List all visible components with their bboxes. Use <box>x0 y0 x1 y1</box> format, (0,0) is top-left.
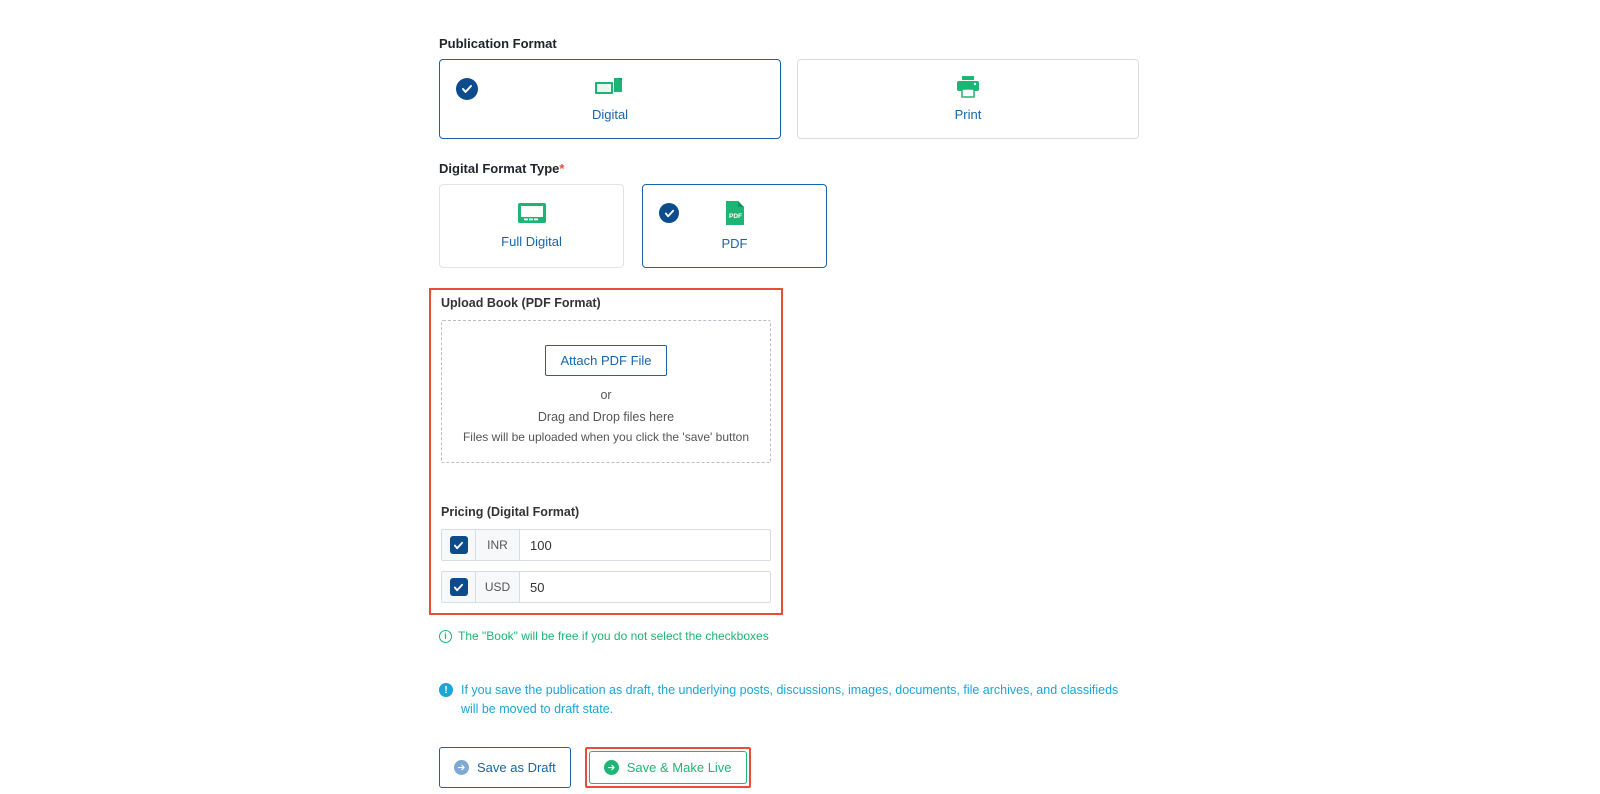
save-draft-button[interactable]: Save as Draft <box>439 747 571 788</box>
usd-price-input[interactable] <box>520 572 770 602</box>
digital-devices-icon <box>595 76 625 101</box>
publication-format-print-card[interactable]: Print <box>797 59 1139 139</box>
svg-text:PDF: PDF <box>729 213 742 220</box>
pdf-file-icon: PDF <box>724 201 746 228</box>
check-icon <box>456 78 478 100</box>
upload-drag-text: Drag and Drop files here <box>454 410 758 424</box>
upload-pricing-highlight: Upload Book (PDF Format) Attach PDF File… <box>429 288 783 615</box>
pricing-free-hint: i The "Book" will be free if you do not … <box>439 629 1139 643</box>
info-icon: i <box>439 630 452 643</box>
upload-or-text: or <box>454 388 758 402</box>
save-live-highlight: Save & Make Live <box>585 747 751 788</box>
inr-price-input[interactable] <box>520 530 770 560</box>
publication-format-digital-label: Digital <box>592 107 628 122</box>
check-icon <box>659 203 679 223</box>
digital-format-type-options: Full Digital PDF PDF <box>439 184 1139 268</box>
price-row-usd: USD <box>441 571 771 603</box>
arrow-right-icon <box>454 760 469 775</box>
full-digital-label: Full Digital <box>501 234 562 249</box>
usd-checkbox[interactable] <box>450 578 468 596</box>
pricing-section-label: Pricing (Digital Format) <box>441 505 771 519</box>
publication-format-digital-card[interactable]: Digital <box>439 59 781 139</box>
upload-dropzone[interactable]: Attach PDF File or Drag and Drop files h… <box>441 320 771 463</box>
inr-checkbox[interactable] <box>450 536 468 554</box>
publication-format-print-label: Print <box>955 107 982 122</box>
pdf-label: PDF <box>722 236 748 251</box>
arrow-right-icon <box>604 760 619 775</box>
pdf-card[interactable]: PDF PDF <box>642 184 827 268</box>
publication-format-options: Digital Print <box>439 59 1139 139</box>
inr-currency-label: INR <box>476 530 520 560</box>
printer-icon <box>955 76 981 101</box>
price-row-inr: INR <box>441 529 771 561</box>
attach-pdf-button[interactable]: Attach PDF File <box>545 345 666 376</box>
warning-icon: ! <box>439 683 453 697</box>
upload-note-text: Files will be uploaded when you click th… <box>454 430 758 444</box>
full-digital-card[interactable]: Full Digital <box>439 184 624 268</box>
usd-currency-label: USD <box>476 572 520 602</box>
draft-warning: ! If you save the publication as draft, … <box>439 681 1119 719</box>
save-live-button[interactable]: Save & Make Live <box>589 751 747 784</box>
upload-section-label: Upload Book (PDF Format) <box>441 296 771 310</box>
action-buttons: Save as Draft Save & Make Live <box>439 747 1139 788</box>
tablet-icon <box>518 203 546 226</box>
digital-format-type-label: Digital Format Type* <box>439 161 1139 176</box>
publication-format-label: Publication Format <box>439 36 1139 51</box>
